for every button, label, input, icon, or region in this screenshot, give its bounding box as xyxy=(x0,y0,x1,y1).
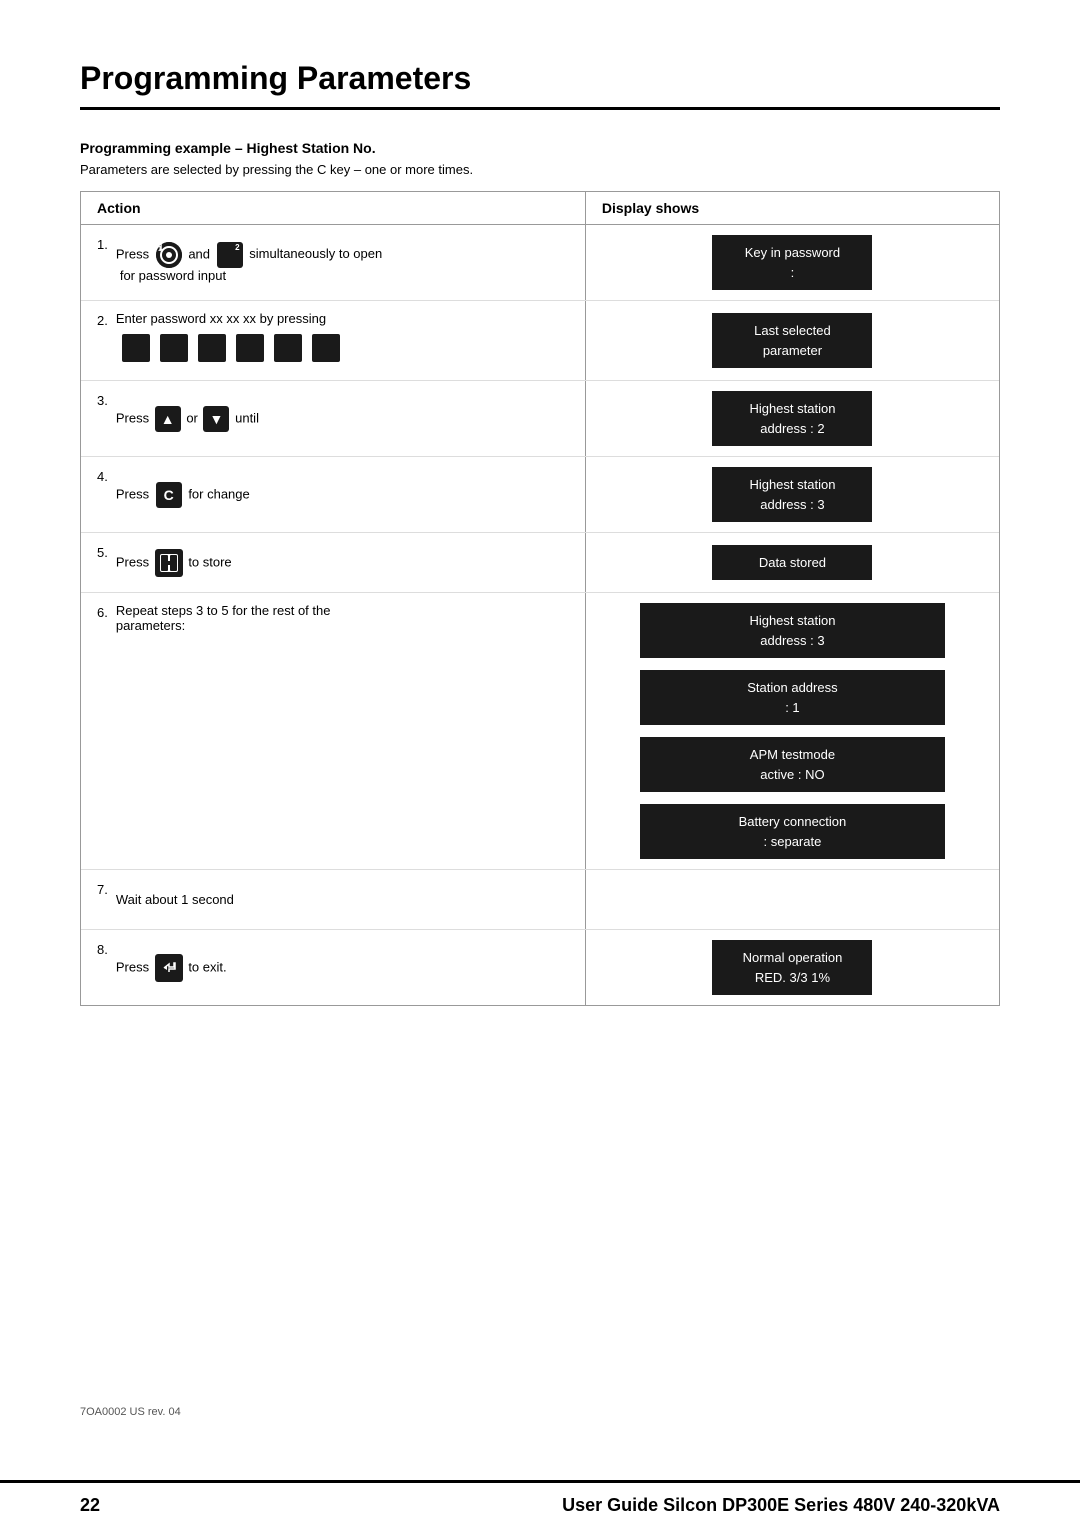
password-keys xyxy=(119,334,343,362)
step-7: 7. xyxy=(97,882,108,897)
arrow-up-icon: ▲ xyxy=(155,406,181,432)
display-box-6c: APM testmodeactive : NO xyxy=(640,737,945,792)
display-cell-6: Highest stationaddress : 3 Station addre… xyxy=(586,593,999,869)
page-footer: 22 User Guide Silcon DP300E Series 480V … xyxy=(0,1480,1080,1528)
action-content-1: Press 1 1 and xyxy=(116,242,569,283)
action-cell-3: 3. Press ▲ or ▼ until xyxy=(81,381,586,456)
footer-page-number: 22 xyxy=(80,1495,140,1516)
page-title: Programming Parameters xyxy=(80,60,1000,110)
step-1: 1. xyxy=(97,237,108,252)
display-box-6a: Highest stationaddress : 3 xyxy=(640,603,945,658)
display-cell-2: Last selectedparameter xyxy=(586,301,999,380)
action-cell-6: 6. Repeat steps 3 to 5 for the rest of t… xyxy=(81,593,586,869)
display-box-4: Highest stationaddress : 3 xyxy=(712,467,872,522)
key-block-6 xyxy=(312,334,340,362)
action-cell-2: 2. Enter password xx xx xx by pressing xyxy=(81,301,586,380)
enter-key-icon xyxy=(155,954,183,982)
col-display-header: Display shows xyxy=(586,192,999,224)
table-row: 1. Press 1 1 and xyxy=(81,225,999,301)
action-content-8: Press to exit. xyxy=(116,954,569,982)
action-cell-5: 5. Press to store xyxy=(81,533,586,592)
section-heading: Programming example – Highest Station No… xyxy=(80,140,1000,156)
col-action-header: Action xyxy=(81,192,586,224)
display-cell-7 xyxy=(586,870,999,929)
display-box-8: Normal operationRED. 3/3 1% xyxy=(712,940,872,995)
key-black-2-icon: 2 xyxy=(217,242,243,268)
key-block-4 xyxy=(236,334,264,362)
step-2: 2. xyxy=(97,313,108,328)
section-subtext: Parameters are selected by pressing the … xyxy=(80,162,1000,177)
step-6: 6. xyxy=(97,605,108,620)
action-content-5: Press to store xyxy=(116,549,569,577)
step2-top: 2. Enter password xx xx xx by pressing xyxy=(97,311,326,328)
action-content-7: Wait about 1 second xyxy=(116,892,569,907)
table-row: 7. Wait about 1 second xyxy=(81,870,999,930)
table-header: Action Display shows xyxy=(81,192,999,225)
step-8: 8. xyxy=(97,942,108,957)
step-5: 5. xyxy=(97,545,108,560)
key-block-2 xyxy=(160,334,188,362)
table-row: 3. Press ▲ or ▼ until Highest stationadd… xyxy=(81,381,999,457)
display-cell-4: Highest stationaddress : 3 xyxy=(586,457,999,532)
doc-reference: 7OA0002 US rev. 04 xyxy=(80,1406,181,1418)
table-row: 8. Press to exit. Normal opera xyxy=(81,930,999,1005)
step-3: 3. xyxy=(97,393,108,408)
key-c-icon: C xyxy=(156,482,182,508)
display-cell-3: Highest stationaddress : 2 xyxy=(586,381,999,456)
display-cell-5: Data stored xyxy=(586,533,999,592)
action-cell-7: 7. Wait about 1 second xyxy=(81,870,586,929)
display-box-6b: Station address: 1 xyxy=(640,670,945,725)
footer-title: User Guide Silcon DP300E Series 480V 240… xyxy=(140,1495,1000,1516)
action-content-3: Press ▲ or ▼ until xyxy=(116,406,569,432)
display-cell-1: Key in password: xyxy=(586,225,999,300)
action-cell-4: 4. Press C for change xyxy=(81,457,586,532)
action-cell-8: 8. Press to exit. xyxy=(81,930,586,1005)
display-box-3: Highest stationaddress : 2 xyxy=(712,391,872,446)
arrow-down-icon: ▼ xyxy=(203,406,229,432)
display-cell-8: Normal operationRED. 3/3 1% xyxy=(586,930,999,1005)
action-content-4: Press C for change xyxy=(116,482,569,508)
enter-svg xyxy=(159,958,179,978)
table-row: 5. Press to store xyxy=(81,533,999,593)
table-row: 2. Enter password xx xx xx by pressing L… xyxy=(81,301,999,381)
display-box-5: Data stored xyxy=(712,545,872,581)
key-block-5 xyxy=(274,334,302,362)
table-row: 4. Press C for change Highest stationadd… xyxy=(81,457,999,533)
key-block-3 xyxy=(198,334,226,362)
step-4: 4. xyxy=(97,469,108,484)
page-content: Programming Parameters Programming examp… xyxy=(0,0,1080,1046)
action-cell-1: 1. Press 1 1 and xyxy=(81,225,586,300)
display-box-1: Key in password: xyxy=(712,235,872,290)
key-block-1 xyxy=(122,334,150,362)
action-content-6: Repeat steps 3 to 5 for the rest of thep… xyxy=(116,603,569,633)
display-box-2: Last selectedparameter xyxy=(712,313,872,368)
display-box-6d: Battery connection: separate xyxy=(640,804,945,859)
store-key-icon xyxy=(155,549,183,577)
table-row: 6. Repeat steps 3 to 5 for the rest of t… xyxy=(81,593,999,870)
instructions-table: Action Display shows 1. Press 1 xyxy=(80,191,1000,1006)
store-svg xyxy=(158,552,180,574)
key-circle-icon: 1 1 xyxy=(156,242,182,268)
